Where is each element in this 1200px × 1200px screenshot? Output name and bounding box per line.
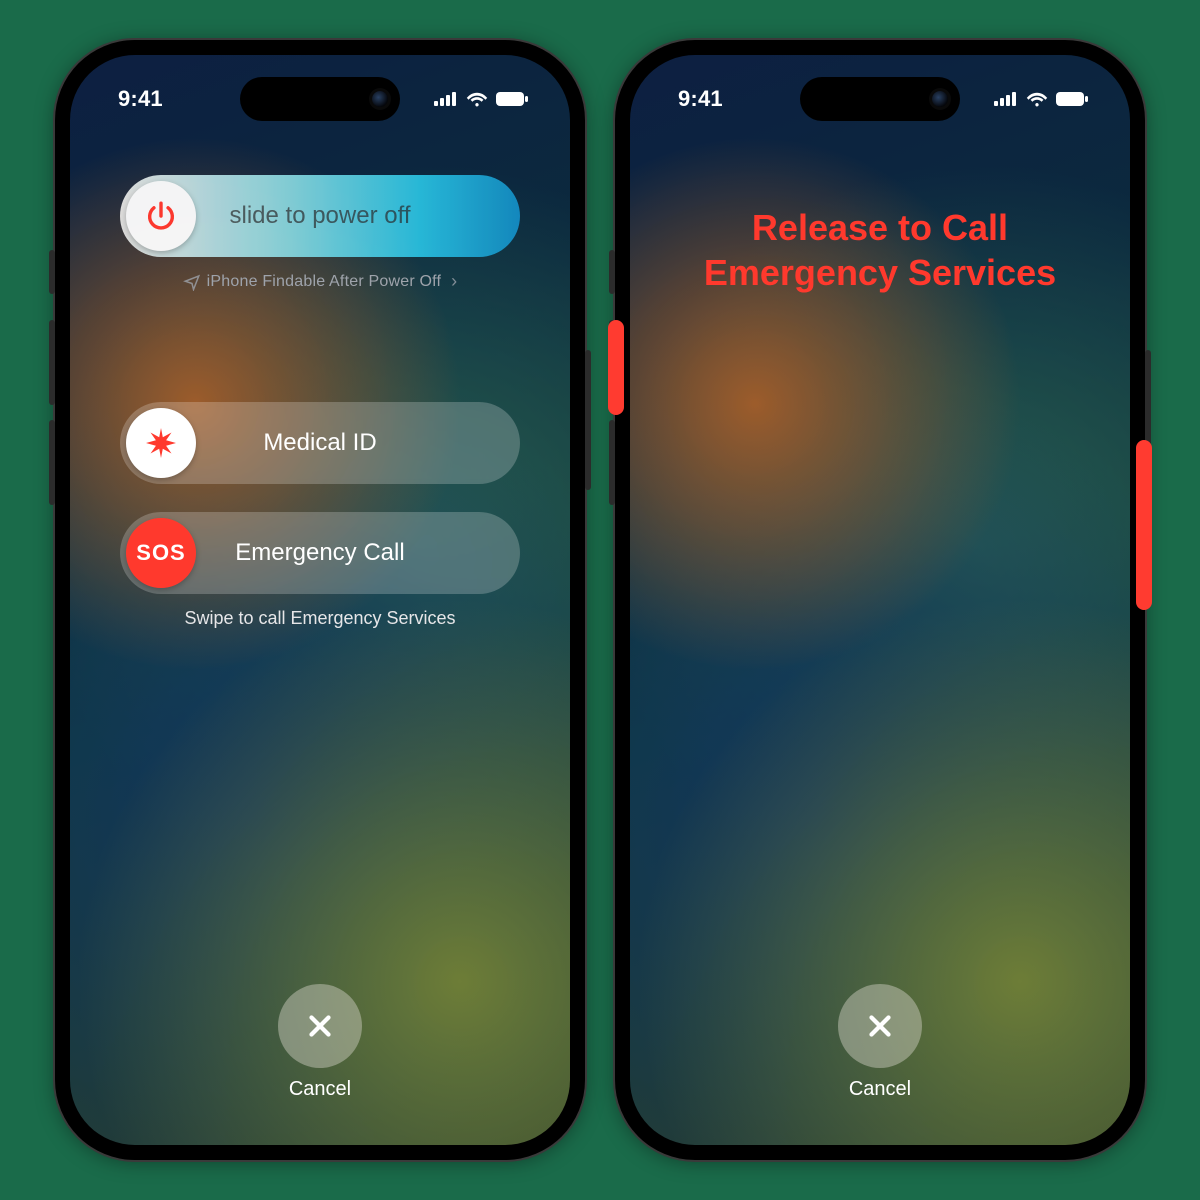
hw-volume-down (49, 420, 55, 505)
status-indicators (434, 91, 528, 107)
wifi-icon (1026, 91, 1048, 107)
swipe-hint-text: Swipe to call Emergency Services (184, 608, 455, 629)
hw-side-button (585, 350, 591, 490)
status-time: 9:41 (678, 86, 723, 112)
cancel-area: Cancel (630, 984, 1130, 1101)
findmy-icon (183, 273, 201, 291)
cancel-button[interactable] (278, 984, 362, 1068)
status-indicators (994, 91, 1088, 107)
phone-frame-left: 9:41 slide to power off iPhone Findable … (55, 40, 585, 1160)
release-line-2: Emergency Services (704, 250, 1056, 295)
hw-silent-switch (49, 250, 55, 294)
hw-silent-switch (609, 250, 615, 294)
cancel-button[interactable] (838, 984, 922, 1068)
content-area: Release to Call Emergency Services Cance… (630, 55, 1130, 1145)
front-camera-icon (372, 91, 388, 107)
chevron-right-icon: › (451, 271, 457, 292)
asterisk-icon (143, 425, 179, 461)
release-headline: Release to Call Emergency Services (674, 205, 1086, 295)
cancel-area: Cancel (70, 984, 570, 1101)
content-area: slide to power off iPhone Findable After… (70, 55, 570, 1145)
wifi-icon (466, 91, 488, 107)
dynamic-island (800, 77, 960, 121)
side-button-highlight (1136, 440, 1152, 610)
hw-volume-up (49, 320, 55, 405)
medical-id-slider[interactable]: Medical ID (120, 402, 520, 484)
battery-icon (496, 92, 528, 106)
screen-power-off: 9:41 slide to power off iPhone Findable … (70, 55, 570, 1145)
cancel-label: Cancel (849, 1078, 911, 1101)
status-time: 9:41 (118, 86, 163, 112)
cancel-label: Cancel (289, 1078, 351, 1101)
close-icon (303, 1009, 337, 1043)
release-line-1: Release to Call (704, 205, 1056, 250)
sos-knob[interactable]: SOS (126, 518, 196, 588)
power-knob[interactable] (126, 181, 196, 251)
battery-icon (1056, 92, 1088, 106)
emergency-call-slider[interactable]: SOS Emergency Call (120, 512, 520, 594)
hw-volume-down (609, 420, 615, 505)
power-off-slider[interactable]: slide to power off (120, 175, 520, 257)
sos-icon: SOS (136, 540, 185, 566)
screen-release-to-call: 9:41 Release to Call Emergency Services … (630, 55, 1130, 1145)
phone-frame-right: 9:41 Release to Call Emergency Services … (615, 40, 1145, 1160)
power-icon (144, 199, 178, 233)
close-icon (863, 1009, 897, 1043)
cellular-icon (434, 92, 458, 106)
findable-link[interactable]: iPhone Findable After Power Off › (183, 271, 458, 292)
dynamic-island (240, 77, 400, 121)
volume-button-highlight (608, 320, 624, 415)
cellular-icon (994, 92, 1018, 106)
findable-text: iPhone Findable After Power Off (207, 273, 441, 291)
medical-id-knob[interactable] (126, 408, 196, 478)
front-camera-icon (932, 91, 948, 107)
